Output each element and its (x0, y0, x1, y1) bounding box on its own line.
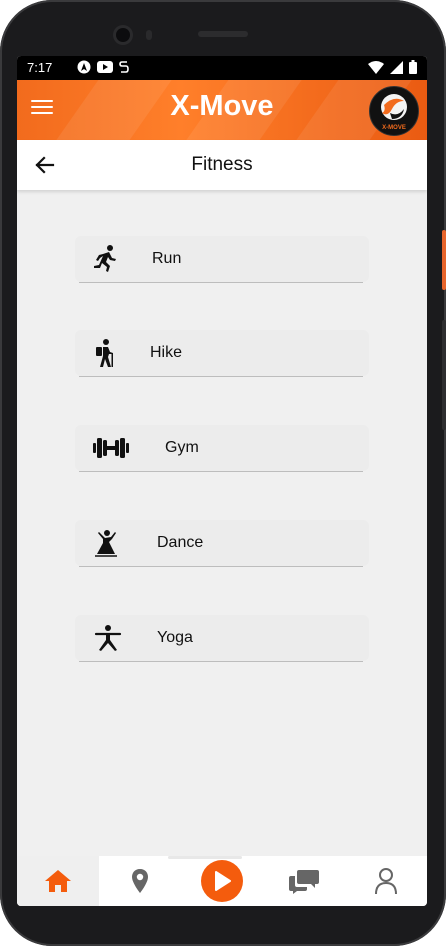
hike-icon (96, 339, 113, 367)
activity-label: Hike (150, 344, 183, 361)
svg-text:X-MOVE: X-MOVE (382, 125, 406, 131)
run-icon (94, 245, 116, 272)
page-title: Fitness (191, 154, 253, 175)
activity-card-gym[interactable]: Gym (75, 425, 369, 472)
play-icon (215, 871, 231, 891)
activity-label: Dance (157, 534, 204, 551)
app-title: X-Move (170, 90, 274, 122)
front-camera (116, 28, 130, 42)
power-button (442, 230, 446, 290)
home-gesture-indicator[interactable] (168, 856, 242, 859)
dance-icon (95, 530, 117, 557)
status-time: 7:17 (27, 60, 53, 75)
dumbbell-icon (93, 438, 129, 458)
chat-icon (289, 870, 319, 894)
activity-label: Gym (165, 439, 199, 456)
nav-home[interactable] (17, 856, 99, 906)
screen: 7:17 X-Move X-MOVE Fitness Run Hike Gym … (17, 56, 427, 906)
earpiece-speaker (198, 31, 248, 37)
volume-rocker (442, 320, 446, 430)
yoga-icon (94, 625, 122, 651)
home-icon (45, 870, 71, 892)
logo-emblem-icon: X-MOVE (381, 94, 407, 131)
status-bar: 7:17 (17, 56, 427, 80)
nav-location[interactable] (99, 856, 181, 906)
activity-label: Yoga (157, 629, 193, 646)
play-button[interactable] (201, 860, 243, 902)
person-icon (375, 868, 397, 895)
bottom-navigation (17, 856, 427, 906)
activity-card-yoga[interactable]: Yoga (75, 615, 369, 662)
activity-card-dance[interactable]: Dance (75, 520, 369, 567)
battery-icon (409, 60, 417, 74)
location-pin-icon (132, 869, 148, 893)
nav-profile[interactable] (345, 856, 427, 906)
nav-chat[interactable] (263, 856, 345, 906)
app-notification-icon (119, 61, 129, 73)
navigation-notification-icon (77, 60, 91, 74)
activity-card-run[interactable]: Run (75, 236, 369, 283)
youtube-notification-icon (97, 61, 113, 73)
signal-icon (390, 60, 403, 74)
page-header: Fitness (17, 140, 427, 190)
proximity-sensor (146, 30, 152, 40)
app-bar: X-Move X-MOVE (17, 80, 427, 140)
phone-frame: 7:17 X-Move X-MOVE Fitness Run Hike Gym … (0, 0, 446, 946)
app-logo[interactable]: X-MOVE (369, 86, 419, 136)
nav-play[interactable] (181, 856, 263, 906)
wifi-icon (368, 60, 384, 74)
activity-card-hike[interactable]: Hike (75, 330, 369, 377)
activity-label: Run (152, 250, 182, 267)
